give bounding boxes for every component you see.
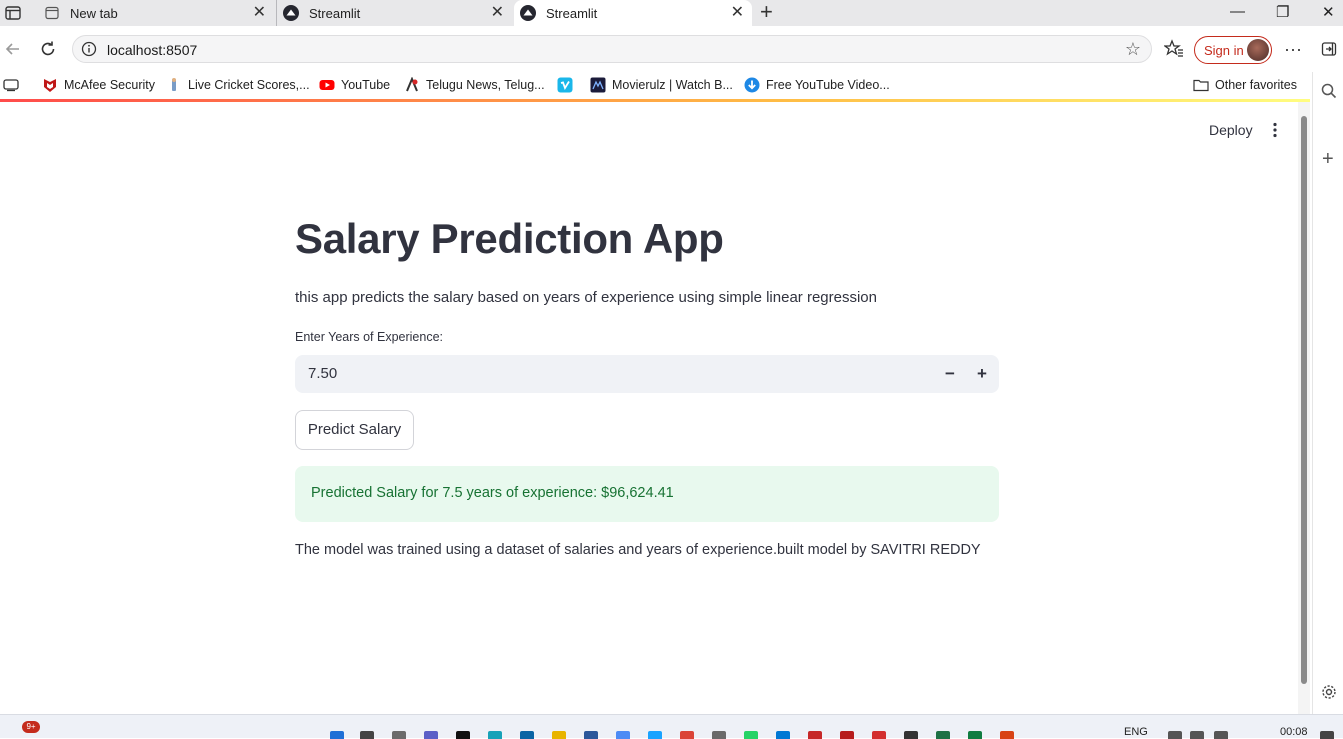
new-tab-button[interactable]: +	[760, 1, 773, 23]
taskbar-clock[interactable]: 00:08	[1280, 726, 1308, 738]
close-tab-icon[interactable]: ✕	[731, 4, 744, 22]
minimize-icon[interactable]: —	[1230, 3, 1245, 20]
tab-actions-icon[interactable]	[4, 4, 22, 22]
site-info-icon[interactable]	[81, 41, 97, 57]
vimeo-icon	[557, 77, 573, 93]
deploy-button[interactable]: Deploy	[1209, 122, 1253, 138]
tab-label: Streamlit	[546, 5, 598, 21]
tab-streamlit[interactable]: Streamlit ✕	[276, 0, 512, 26]
bookmark-youtube[interactable]: YouTube	[319, 77, 390, 93]
favorite-star-icon[interactable]: ☆	[1125, 39, 1141, 60]
edge-side-panel: +	[1312, 72, 1343, 718]
bookmark-other-favorites[interactable]: Other favorites	[1193, 77, 1297, 93]
page-title: Salary Prediction App	[295, 215, 724, 262]
address-bar[interactable]: localhost:8507 ☆	[72, 35, 1152, 63]
experience-number-input[interactable]: 7.50 − +	[295, 355, 999, 393]
tab-label: New tab	[70, 5, 118, 21]
prediction-success-alert: Predicted Salary for 7.5 years of experi…	[295, 466, 999, 522]
download-icon	[744, 77, 760, 93]
bookmark-cricket[interactable]: Live Cricket Scores,...	[166, 77, 310, 93]
sidebar-toggle-icon[interactable]	[1318, 38, 1340, 60]
cricket-icon	[166, 77, 182, 93]
youtube-icon	[319, 77, 335, 93]
app-description: this app predicts the salary based on ye…	[295, 289, 877, 306]
back-icon[interactable]	[2, 38, 24, 60]
sign-in-label: Sign in	[1204, 43, 1244, 58]
predict-salary-button[interactable]: Predict Salary	[295, 410, 414, 450]
streamlit-favicon-icon	[283, 5, 299, 21]
close-tab-icon[interactable]: ✕	[253, 4, 266, 22]
bookmark-movierulz[interactable]: Movierulz | Watch B...	[590, 77, 733, 93]
windows-taskbar: 9+ ENG 00:08	[0, 714, 1343, 739]
decrement-button[interactable]: −	[937, 361, 963, 387]
settings-gear-icon[interactable]	[1321, 684, 1337, 705]
tab-label: Streamlit	[309, 5, 361, 21]
tab-new-tab[interactable]: New tab ✕	[38, 0, 274, 26]
language-indicator[interactable]: ENG	[1124, 726, 1148, 738]
search-icon[interactable]	[1321, 83, 1337, 104]
folder-icon	[1193, 77, 1209, 93]
bookmarks-bar: McAfee Security Live Cricket Scores,... …	[0, 72, 1343, 100]
tab-streamlit-active[interactable]: Streamlit ✕	[514, 0, 752, 26]
browser-toolbar: localhost:8507 ☆ Sign in ···	[0, 26, 1343, 72]
movierulz-icon	[590, 77, 606, 93]
bookmark-apps-icon[interactable]	[3, 77, 19, 93]
streamlit-favicon-icon	[520, 5, 536, 21]
reload-icon[interactable]	[37, 38, 59, 60]
url-text: localhost:8507	[107, 42, 198, 58]
mcafee-icon	[42, 77, 58, 93]
page-scrollbar-thumb[interactable]	[1301, 116, 1307, 684]
close-tab-icon[interactable]: ✕	[491, 4, 504, 22]
prediction-result-text: Predicted Salary for 7.5 years of experi…	[311, 485, 674, 501]
new-tab-icon	[44, 5, 60, 21]
experience-input-value[interactable]: 7.50	[308, 365, 337, 382]
more-options-icon[interactable]: ···	[1282, 38, 1304, 60]
sign-in-button[interactable]: Sign in	[1194, 36, 1272, 64]
window-close-icon[interactable]: ✕	[1322, 3, 1335, 21]
streamlit-page: Deploy Salary Prediction App this app pr…	[0, 102, 1298, 714]
main-menu-icon[interactable]	[1268, 121, 1282, 139]
increment-button[interactable]: +	[969, 361, 995, 387]
telugu-news-icon	[404, 76, 420, 93]
experience-input-label: Enter Years of Experience:	[295, 330, 444, 344]
notification-badge: 9+	[22, 721, 40, 733]
bookmark-mcafee[interactable]: McAfee Security	[42, 77, 155, 93]
bookmark-vimeo[interactable]	[557, 77, 579, 93]
favorites-icon[interactable]	[1163, 38, 1185, 60]
model-footnote: The model was trained using a dataset of…	[295, 542, 981, 558]
avatar	[1247, 39, 1269, 61]
add-sidebar-app-icon[interactable]: +	[1322, 148, 1334, 171]
tab-strip: New tab ✕ Streamlit ✕ Streamlit ✕ + — ❐ …	[0, 0, 1343, 26]
bookmark-youtube-downloader[interactable]: Free YouTube Video...	[744, 77, 890, 93]
bookmark-telugu-news[interactable]: Telugu News, Telug...	[404, 76, 545, 93]
restore-icon[interactable]: ❐	[1276, 3, 1289, 21]
